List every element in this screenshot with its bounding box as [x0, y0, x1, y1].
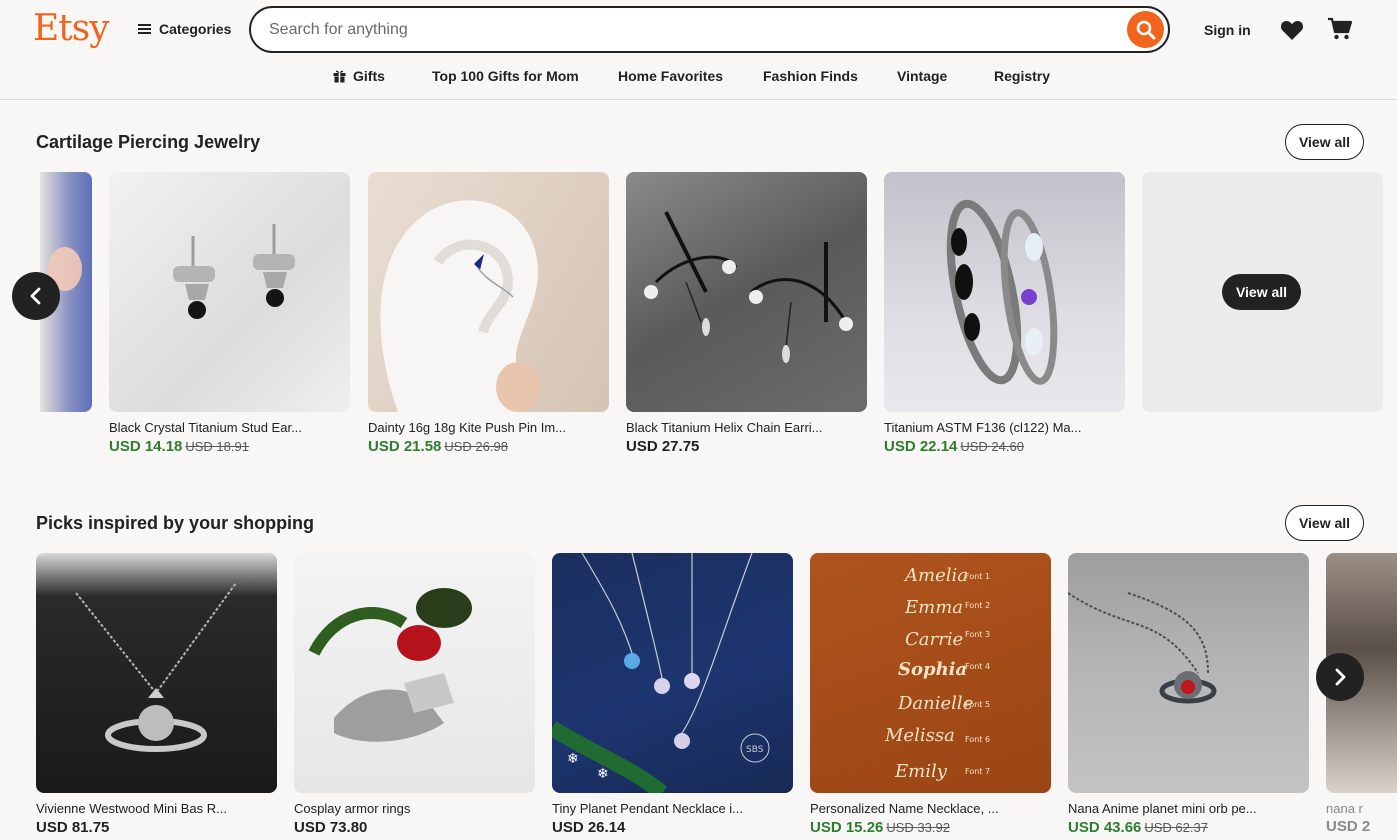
necklace-name: Carrie: [905, 629, 963, 650]
listing-title[interactable]: Cosplay armor rings: [294, 801, 535, 816]
svg-text:❄: ❄: [597, 766, 609, 782]
listing-title[interactable]: Titanium ASTM F136 (cl122) Ma...: [884, 420, 1125, 435]
font-label: Font 3: [965, 630, 990, 639]
listing-image[interactable]: [884, 172, 1125, 412]
subnav-registry[interactable]: Registry: [994, 68, 1050, 84]
name-necklace-image: Amelia Emma Carrie Sophia Danielle Melis…: [884, 565, 990, 782]
carousel-next-button[interactable]: [1316, 653, 1364, 701]
subnav-fashion-finds[interactable]: Fashion Finds: [763, 68, 858, 84]
sub-navigation: Gifts Top 100 Gifts for Mom Home Favorit…: [0, 68, 1397, 88]
section-title-cartilage: Cartilage Piercing Jewelry: [36, 132, 261, 152]
necklace-name: Emily: [894, 761, 948, 782]
ear-piercing-image: [380, 200, 540, 412]
listing-title[interactable]: Black Titanium Helix Chain Earri...: [626, 420, 867, 435]
orb-pendant-image: [1068, 592, 1217, 704]
listing-card[interactable]: Amelia Emma Carrie Sophia Danielle Melis…: [810, 553, 1051, 836]
listing-image[interactable]: [368, 172, 609, 412]
listing-image[interactable]: ❄ ❄ SBS: [552, 553, 793, 793]
gift-icon: [333, 70, 346, 83]
listing-price: USD 14.18 USD 18.91: [109, 438, 249, 455]
listing-title[interactable]: Black Crystal Titanium Stud Ear...: [109, 420, 350, 435]
listing-image[interactable]: [626, 172, 867, 412]
listing-price: USD 73.80: [294, 819, 368, 836]
favorites-heart-icon[interactable]: [1280, 19, 1304, 41]
necklace-name: Emma: [904, 597, 963, 618]
listing-card[interactable]: Vivienne Westwood Mini Bas R... USD 81.7…: [36, 553, 277, 836]
font-label: Font 7: [965, 767, 990, 776]
font-label: Font 6: [965, 735, 990, 744]
subnav-home-favorites[interactable]: Home Favorites: [618, 68, 723, 84]
carousel-prev-button[interactable]: [12, 272, 60, 320]
listing-title[interactable]: Personalized Name Necklace, ...: [810, 801, 1051, 816]
listing-image[interactable]: Amelia Emma Carrie Sophia Danielle Melis…: [810, 553, 1051, 793]
listing-price: USD 43.66 USD 62.37: [1068, 819, 1208, 836]
saturn-necklace-image: [75, 582, 237, 752]
listing-price: USD 81.75: [36, 819, 110, 836]
subnav-vintage[interactable]: Vintage: [897, 68, 947, 84]
listing-card[interactable]: Cosplay armor rings USD 73.80: [294, 553, 535, 836]
listing-price: USD 26.14: [552, 819, 626, 836]
listing-title[interactable]: Dainty 16g 18g Kite Push Pin Im...: [368, 420, 609, 435]
listing-card[interactable]: Black Titanium Helix Chain Earri... USD …: [626, 172, 867, 455]
stud-earrings-image: [173, 224, 295, 319]
search-button[interactable]: [1127, 11, 1164, 48]
subnav-gifts[interactable]: Gifts: [353, 68, 385, 84]
armor-rings-image: [308, 588, 472, 742]
categories-label: Categories: [159, 21, 232, 37]
necklace-name: Amelia: [903, 565, 968, 586]
subnav-top-100-gifts[interactable]: Top 100 Gifts for Mom: [432, 68, 579, 84]
svg-text:❄: ❄: [567, 751, 579, 767]
partial-listing-title[interactable]: nana r: [1326, 801, 1363, 816]
necklace-name: Sophia: [898, 659, 967, 680]
font-label: Font 4: [965, 662, 990, 671]
view-all-button-picks[interactable]: View all: [1285, 505, 1364, 541]
view-all-tile[interactable]: View all: [1142, 172, 1383, 412]
listing-price: USD 15.26 USD 33.92: [810, 819, 950, 836]
font-label: Font 5: [965, 700, 990, 709]
chevron-right-icon: [1335, 668, 1346, 686]
listing-price: USD 27.75: [626, 438, 700, 455]
listing-title[interactable]: Vivienne Westwood Mini Bas R...: [36, 801, 277, 816]
search-input[interactable]: [269, 8, 1109, 51]
listing-image[interactable]: [294, 553, 535, 793]
site-header: Etsy Categories Sign in Gifts Top 100: [0, 0, 1397, 100]
listing-price: USD 22.14 USD 24.60: [884, 438, 1024, 455]
listing-card[interactable]: Titanium ASTM F136 (cl122) Ma... USD 22.…: [884, 172, 1125, 455]
font-label: Font 1: [965, 572, 990, 581]
titanium-rings-image: [946, 199, 1058, 385]
listing-title[interactable]: Tiny Planet Pendant Necklace i...: [552, 801, 793, 816]
view-all-button-cartilage[interactable]: View all: [1285, 124, 1364, 160]
necklace-name: Danielle: [897, 693, 973, 714]
sign-in-link[interactable]: Sign in: [1204, 22, 1251, 38]
listing-card[interactable]: Dainty 16g 18g Kite Push Pin Im... USD 2…: [368, 172, 609, 455]
section-title-picks: Picks inspired by your shopping: [36, 513, 315, 533]
listing-title[interactable]: Nana Anime planet mini orb pe...: [1068, 801, 1309, 816]
categories-button[interactable]: Categories: [138, 21, 231, 37]
watermark-text: SBS: [746, 745, 764, 755]
search-bar: [249, 6, 1170, 53]
listing-image[interactable]: [1068, 553, 1309, 793]
listing-image[interactable]: [36, 553, 277, 793]
listing-card[interactable]: Nana Anime planet mini orb pe... USD 43.…: [1068, 553, 1309, 836]
view-all-tile-button[interactable]: View all: [1222, 274, 1301, 310]
listing-price: USD 21.58 USD 26.98: [368, 438, 508, 455]
listing-card[interactable]: Black Crystal Titanium Stud Ear... USD 1…: [109, 172, 350, 455]
necklace-name: Melissa: [884, 725, 955, 746]
font-label: Font 2: [965, 601, 990, 610]
listing-image[interactable]: [109, 172, 350, 412]
planet-necklace-image: ❄ ❄ SBS: [552, 553, 770, 793]
helix-chain-image: [644, 211, 853, 363]
search-icon: [1136, 20, 1155, 39]
chevron-left-icon: [30, 287, 41, 305]
partial-listing-price: USD 2: [1326, 818, 1371, 835]
listing-card[interactable]: ❄ ❄ SBS Tiny Planet Pendant Necklace i..…: [552, 553, 793, 836]
cart-icon[interactable]: [1327, 17, 1353, 41]
etsy-logo[interactable]: Etsy: [33, 8, 110, 49]
hamburger-icon: [138, 24, 151, 34]
